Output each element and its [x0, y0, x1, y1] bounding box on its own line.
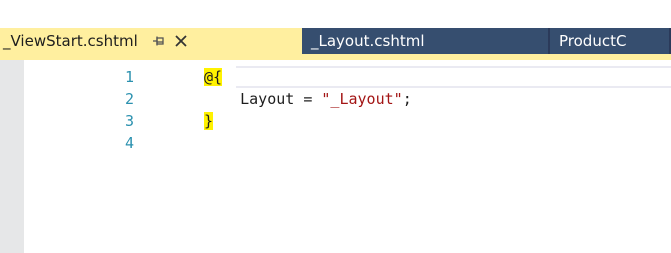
current-line-highlight	[236, 66, 671, 88]
code-text: @{	[204, 66, 223, 88]
line-number: 2	[124, 90, 134, 108]
top-strip	[0, 0, 671, 28]
close-icon[interactable]	[173, 33, 189, 49]
code-line[interactable]: 1 @{	[24, 66, 671, 88]
brace-highlight: @{	[204, 68, 223, 86]
line-number: 4	[124, 134, 134, 152]
tab-label: ProductC	[559, 32, 627, 50]
code-editor[interactable]: 1 @{ 2 Layout = "_Layout"; 3 } 4	[0, 60, 671, 253]
code-text: Layout = "_Layout";	[204, 88, 412, 110]
tab-layout[interactable]: _Layout.cshtml	[302, 28, 550, 54]
tab-productc[interactable]: ProductC	[550, 28, 669, 54]
document-tab-bar: _ViewStart.cshtml _Layout.cshtml Product…	[0, 28, 671, 54]
line-number: 1	[124, 68, 134, 86]
tab-viewstart[interactable]: _ViewStart.cshtml	[0, 28, 302, 54]
code-terminator: ;	[402, 90, 412, 108]
code-identifier: Layout =	[240, 90, 322, 108]
indicator-margin	[0, 60, 24, 253]
code-line[interactable]: 4	[24, 132, 671, 154]
tab-label: _ViewStart.cshtml	[3, 32, 138, 50]
code-string: "_Layout"	[321, 90, 403, 108]
editor-window: _ViewStart.cshtml _Layout.cshtml Product…	[0, 0, 671, 253]
pin-icon[interactable]	[151, 33, 167, 49]
code-text: }	[204, 110, 214, 132]
code-line[interactable]: 3 }	[24, 110, 671, 132]
code-line[interactable]: 2 Layout = "_Layout";	[24, 88, 671, 110]
tab-label: _Layout.cshtml	[311, 32, 425, 50]
brace-highlight: }	[204, 112, 214, 130]
line-number: 3	[124, 112, 134, 130]
